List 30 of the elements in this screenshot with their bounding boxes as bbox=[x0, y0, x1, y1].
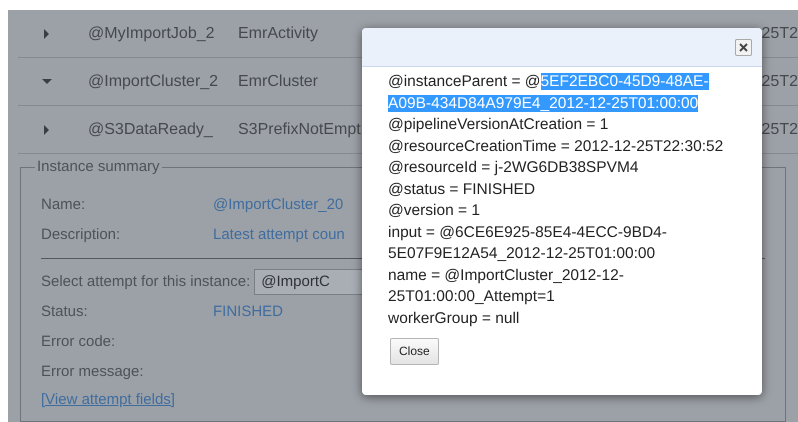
property-line: @pipelineVersionAtCreation = 1 bbox=[388, 115, 610, 135]
table-cell-text: 25T2 bbox=[762, 24, 798, 44]
field-label: Status: bbox=[41, 302, 89, 322]
caret-right-icon[interactable] bbox=[42, 28, 52, 38]
table-cell-text: @MyImportJob_2 bbox=[88, 24, 216, 44]
table-cell-text: EmrCluster bbox=[238, 72, 320, 92]
legend-text: Instance summary bbox=[36, 158, 161, 176]
close-icon[interactable] bbox=[735, 38, 752, 56]
table-cell-text: EmrActivity bbox=[238, 24, 319, 44]
property-line: @version = 1 bbox=[388, 201, 481, 221]
close-button[interactable]: Close bbox=[390, 338, 439, 365]
field-label: Error message: bbox=[41, 362, 145, 382]
table-cell-text: @S3DataReady_ bbox=[88, 120, 214, 140]
field-value: FINISHED bbox=[213, 302, 284, 322]
field-value: Latest attempt coun bbox=[213, 224, 345, 245]
table-cell-text: 25T2 bbox=[762, 72, 798, 92]
caret-down-icon[interactable] bbox=[42, 76, 52, 86]
property-line: @status = FINISHED bbox=[388, 180, 536, 200]
property-line: @resourceCreationTime = 2012-12-25T22:30:52 bbox=[388, 136, 724, 156]
field-label: Select attempt for this instance: bbox=[41, 272, 250, 292]
table-cell-text: @ImportCluster_2 bbox=[88, 72, 220, 92]
property-line: workerGroup = null bbox=[388, 308, 520, 328]
property-line: @resourceId = j-2WG6DB38SPVM4 bbox=[388, 158, 640, 178]
field-label: Description: bbox=[41, 224, 122, 245]
field-label: Name: bbox=[41, 194, 86, 215]
table-cell-text: S3PrefixNotEmpt bbox=[238, 120, 362, 140]
field-value: @ImportCluster_20 bbox=[213, 194, 344, 215]
caret-right-icon[interactable] bbox=[42, 124, 52, 134]
field-label: Error code: bbox=[41, 332, 116, 352]
table-cell-text: 25T2 bbox=[762, 120, 798, 140]
